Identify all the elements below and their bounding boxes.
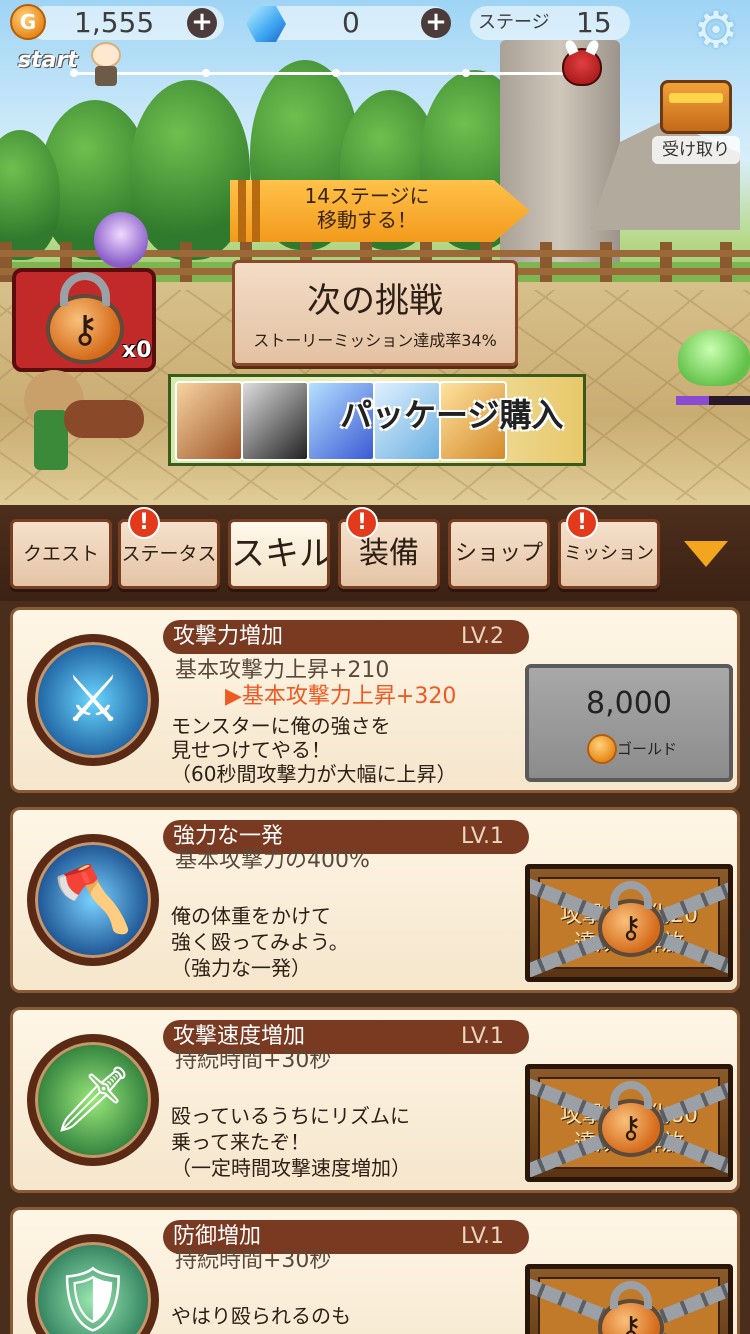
move-stage-line1: 14ステージに bbox=[304, 184, 430, 208]
skill-current-effect: 持続時間+30秒 bbox=[175, 1248, 332, 1273]
skill-description: 俺の体重をかけて bbox=[171, 904, 331, 928]
tab-label: スキル bbox=[231, 534, 330, 574]
move-stage-text[interactable]: 14ステージに 移動する！ bbox=[262, 184, 472, 232]
gold-coin-icon bbox=[587, 734, 617, 764]
skill-current-effect: 基本攻撃力上昇+210 bbox=[175, 658, 390, 683]
locked-skill-button[interactable]: 攻撃力強化20 達成時解放 ⚷ bbox=[525, 864, 733, 982]
skill-card: 🪓 強力な一発 LV.1 基本攻撃力の400% 俺の体重をかけて 強く殴ってみよ… bbox=[10, 807, 740, 993]
boss-demon-icon bbox=[562, 48, 602, 86]
next-challenge-title: 次の挑戦 bbox=[307, 281, 443, 321]
axe-icon: 🪓 bbox=[27, 834, 159, 966]
padlock-icon: ⚷ bbox=[598, 1081, 664, 1157]
menu-tab-bar: クエスト ステータス ! スキル 装備 ! ショップ ミッション ! bbox=[0, 505, 750, 601]
locked-skill-button[interactable]: ⚷ bbox=[525, 1264, 733, 1334]
skill-next-effect: ▶基本攻撃力上昇+320 bbox=[225, 684, 457, 709]
stage-number: 15 bbox=[576, 6, 612, 39]
skill-description: 見せつけてやる！ bbox=[171, 738, 331, 762]
hero-progress-marker bbox=[89, 42, 123, 88]
upgrade-price: 8,000 bbox=[586, 686, 672, 721]
skill-current-effect: 持続時間+30秒 bbox=[175, 1048, 332, 1073]
progress-start-label: start bbox=[18, 48, 78, 73]
tab-shop[interactable]: ショップ bbox=[448, 519, 550, 589]
skill-description: モンスターに俺の強さを bbox=[171, 714, 391, 738]
skill-description: 殴っているうちにリズムに bbox=[171, 1104, 410, 1128]
skill-description: 強く殴ってみよう。 bbox=[171, 930, 349, 954]
alert-badge-icon: ! bbox=[128, 507, 160, 539]
hero-character bbox=[14, 360, 144, 470]
sword-icon: ⚔ bbox=[27, 634, 159, 766]
move-stage-line2: 移動する！ bbox=[317, 208, 417, 232]
add-gold-button[interactable]: + bbox=[187, 8, 217, 38]
skill-name: 攻撃力増加 bbox=[173, 624, 284, 649]
shield-icon: 🛡 bbox=[27, 1234, 159, 1334]
key-icon: ⚷ bbox=[71, 307, 99, 351]
next-challenge-subtitle: ストーリーミッション達成率34% bbox=[253, 331, 497, 350]
tab-label: 装備 bbox=[359, 536, 419, 571]
upgrade-button[interactable]: 8,000 ゴールド bbox=[525, 664, 733, 782]
slime-enemy bbox=[678, 330, 750, 386]
settings-gear-icon[interactable]: ⚙ bbox=[690, 4, 742, 56]
tab-skill[interactable]: スキル bbox=[228, 519, 330, 589]
receive-button[interactable]: 受け取り bbox=[652, 136, 740, 164]
stage-label: ステージ bbox=[478, 12, 550, 33]
skill-card: ⚔ 攻撃力増加 LV.2 基本攻撃力上昇+210 ▶基本攻撃力上昇+320 モン… bbox=[10, 607, 740, 793]
add-gem-button[interactable]: + bbox=[421, 8, 451, 38]
key-icon: ⚷ bbox=[620, 1110, 642, 1146]
skill-description: （60秒間攻撃力が大幅に上昇） bbox=[171, 762, 457, 786]
skill-description: 乗って来たぞ！ bbox=[171, 1130, 310, 1154]
skill-list[interactable]: ⚔ 攻撃力増加 LV.2 基本攻撃力上昇+210 ▶基本攻撃力上昇+320 モン… bbox=[0, 601, 750, 1334]
gold-coin-icon: G bbox=[10, 4, 46, 40]
skill-card: 🛡 防御増加 LV.1 持続時間+30秒 やはり殴られるのも ⚷ bbox=[10, 1207, 740, 1334]
tab-label: ショップ bbox=[454, 541, 543, 566]
skill-level: LV.1 bbox=[461, 1224, 505, 1249]
next-challenge-button[interactable]: 次の挑戦 ストーリーミッション達成率34% bbox=[232, 260, 518, 366]
tab-label: クエスト bbox=[22, 543, 99, 565]
tab-more-arrow-icon[interactable] bbox=[684, 541, 728, 567]
skill-current-effect: 基本攻撃力の400% bbox=[175, 848, 370, 873]
key-icon: ⚷ bbox=[620, 910, 642, 946]
treasure-chest-icon[interactable] bbox=[660, 80, 732, 134]
game-scene: G 1,555 + 0 + ステージ 15 ⚙ start 受け取り 14ステー… bbox=[0, 0, 750, 505]
skill-description: （強力な一発） bbox=[171, 956, 311, 980]
alert-badge-icon: ! bbox=[566, 507, 598, 539]
skill-description: （一定時間攻撃速度増加） bbox=[171, 1156, 411, 1180]
fairy-character bbox=[94, 212, 148, 268]
package-purchase-label[interactable]: パッケージ購入 bbox=[340, 390, 563, 436]
upgrade-currency: ゴールド bbox=[617, 740, 678, 758]
locked-skill-button[interactable]: 攻撃力強化60 達成時解放 ⚷ bbox=[525, 1064, 733, 1182]
gem-amount: 0 bbox=[342, 6, 360, 39]
gold-amount: 1,555 bbox=[74, 6, 155, 39]
knight-icon: 🗡 bbox=[27, 1034, 159, 1166]
stage-progress-track bbox=[70, 69, 580, 77]
enemy-hp-bar bbox=[676, 396, 750, 405]
skill-card: 🗡 攻撃速度増加 LV.1 持続時間+30秒 殴っているうちにリズムに 乗って来… bbox=[10, 1007, 740, 1193]
skill-level: LV.1 bbox=[461, 824, 505, 849]
skill-description: やはり殴られるのも bbox=[171, 1304, 351, 1328]
tab-label: ステータス bbox=[121, 543, 217, 565]
skill-level: LV.2 bbox=[461, 624, 505, 649]
tab-quest[interactable]: クエスト bbox=[10, 519, 112, 589]
skill-level: LV.1 bbox=[461, 1024, 505, 1049]
key-icon: ⚷ bbox=[620, 1310, 642, 1334]
alert-badge-icon: ! bbox=[346, 507, 378, 539]
padlock-icon: ⚷ bbox=[598, 881, 664, 957]
top-bar: G 1,555 + 0 + ステージ 15 ⚙ bbox=[0, 0, 750, 56]
padlock-icon: ⚷ bbox=[46, 272, 124, 364]
tab-label: ミッション bbox=[564, 543, 654, 564]
